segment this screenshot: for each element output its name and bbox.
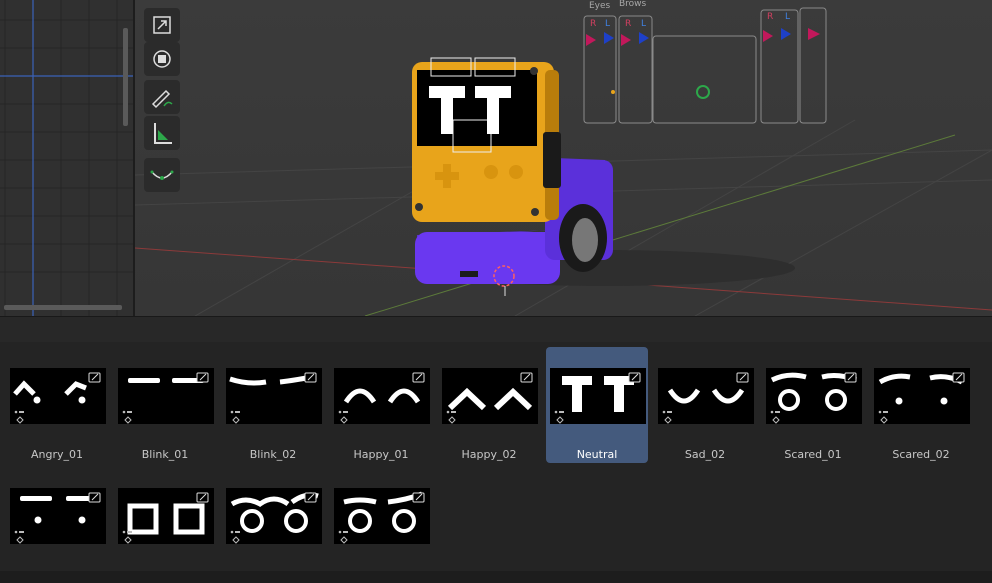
viewport-scene [135,0,992,316]
rig-brows-label: Brows [619,0,647,9]
pose-preview-image [658,368,754,424]
rig-eyes-r-label: R [590,19,597,29]
pose-asset-label: Happy_01 [353,448,409,461]
pose-preview-image [118,488,214,544]
3d-viewport[interactable]: Eyes Brows R L R L R L [135,0,992,316]
area-divider[interactable] [0,316,992,343]
pose-asset-thumbnail[interactable]: Blink_02 [222,347,324,463]
pose-preview-image [10,368,106,424]
pose-preview-image [874,368,970,424]
pose-preview-image [334,368,430,424]
pose-asset-label: Angry_01 [30,448,83,461]
pose-asset-thumbnail[interactable] [222,467,324,583]
pose-asset-thumbnail[interactable] [6,467,108,583]
measure-ruler-icon [154,123,172,144]
pose-asset-thumbnail[interactable]: Blink_01 [114,347,216,463]
curve-tool[interactable] [144,158,180,192]
pose-asset-label: Blink_01 [141,448,189,461]
pose-preview-image [334,488,430,544]
measure-tool[interactable] [144,116,180,150]
horizontal-scrollbar [4,305,122,310]
rig-brows-l-label: L [641,19,647,29]
pose-asset-thumbnail[interactable] [114,467,216,583]
asset-browser: Angry_01 Blink_01 Blink_02 Happy_01 Happy_02… [0,342,992,571]
pose-preview-image [550,368,646,424]
pose-asset-label: Sad_02 [684,448,726,461]
pose-preview-image [766,368,862,424]
pose-asset-thumbnail[interactable] [330,467,432,583]
vertical-scrollbar [123,28,128,126]
scale-tool[interactable] [144,8,180,42]
rig-eyes-l-label: L [605,19,611,29]
pose-asset-thumbnail[interactable]: Happy_01 [330,347,432,463]
pose-asset-label: Neutral [576,448,618,461]
left-editor-panel[interactable] [0,0,133,316]
pose-preview-image [226,488,322,544]
editor-grid [0,0,133,316]
annotate-pencil-icon [151,89,173,109]
pose-asset-label: Blink_02 [249,448,297,461]
curve-icon [150,170,174,180]
rig-brows-r-label: R [625,19,632,29]
pose-asset-label: Happy_02 [461,448,517,461]
pose-asset-label: Scared_01 [784,448,842,461]
pose-preview-image [226,368,322,424]
pose-asset-thumbnail[interactable]: Sad_02 [654,347,756,463]
annotate-tool[interactable] [144,80,180,114]
pose-asset-label: Scared_02 [892,448,950,461]
rig-eyes-label: Eyes [589,1,611,11]
rig-mouth-r-label: R [767,12,774,22]
pose-preview-image [442,368,538,424]
rig-mouth-l-label: L [785,12,791,22]
pose-asset-thumbnail[interactable]: Scared_01 [762,347,864,463]
transform-tool[interactable] [144,42,180,76]
pose-asset-thumbnail[interactable]: Neutral [546,347,648,463]
scale-icon [153,16,171,34]
transform-icon [153,50,171,68]
pose-preview-image [10,488,106,544]
pose-asset-thumbnail[interactable]: Happy_02 [438,347,540,463]
pose-preview-image [118,368,214,424]
pose-asset-thumbnail[interactable]: Angry_01 [6,347,108,463]
pose-asset-thumbnail[interactable]: Scared_02 [870,347,972,463]
